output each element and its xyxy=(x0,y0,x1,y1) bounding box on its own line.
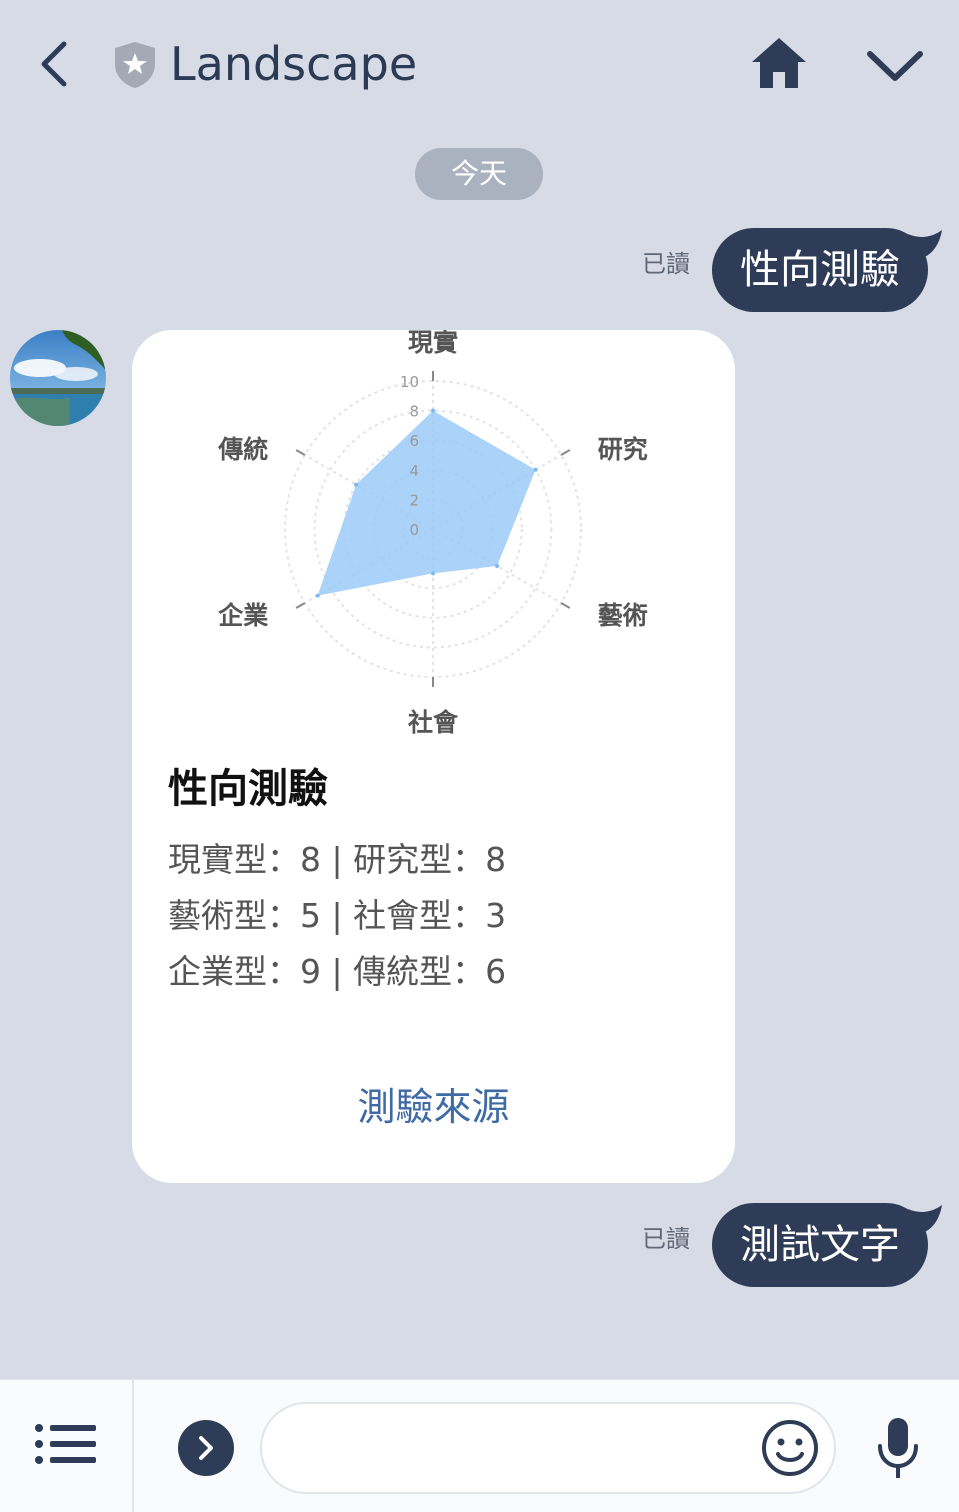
radar-tick-label: 8 xyxy=(409,403,419,421)
bubble-tail xyxy=(908,230,942,258)
back-arrow-icon xyxy=(41,41,67,87)
shield-star-icon xyxy=(115,42,155,88)
test-source-link[interactable]: 測驗來源 xyxy=(132,1082,735,1132)
radar-axis-tick xyxy=(560,602,571,609)
radar-data-area xyxy=(317,410,536,596)
collapse-button[interactable] xyxy=(862,40,928,90)
card-result-line: 藝術型：5 | 社會型：3 xyxy=(168,896,507,935)
radar-category-label: 研究 xyxy=(598,435,648,464)
radar-data-point xyxy=(533,467,538,472)
radar-axis-tick xyxy=(295,449,306,456)
input-bar xyxy=(0,1379,959,1512)
radar-category-label: 傳統 xyxy=(217,435,268,464)
message-bubble[interactable]: 測試文字 xyxy=(712,1203,928,1287)
flex-message-card: 0 2 4 6 8 10 現實研究藝術社會 企業 傳統 性向測驗 現實型：8 | 研究型：8 藝… xyxy=(132,330,735,1183)
radar-axis-tick xyxy=(560,449,571,456)
card-result-line: 現實型：8 | 研究型：8 xyxy=(168,840,507,879)
read-receipt: 已讀 xyxy=(642,1225,690,1253)
voice-button[interactable] xyxy=(872,1414,924,1484)
avatar[interactable] xyxy=(10,330,106,426)
date-divider: 今天 xyxy=(415,148,543,200)
radar-chart: 0 2 4 6 8 10 現實研究藝術社會 企業 傳統 xyxy=(217,330,648,737)
radar-data-point xyxy=(431,571,435,576)
radar-tick-label: 10 xyxy=(400,373,419,391)
divider xyxy=(132,1380,134,1512)
message-bubble[interactable]: 性向測驗 xyxy=(712,228,928,312)
chat-header: Landscape xyxy=(0,0,959,130)
radar-tick-label: 2 xyxy=(409,491,419,509)
chevron-down-icon xyxy=(867,51,923,81)
radar-category-label: 社會 xyxy=(408,708,459,737)
menu-button[interactable] xyxy=(30,1420,102,1476)
landscape-avatar-image xyxy=(10,330,106,426)
radar-category-label: 現實 xyxy=(408,330,458,357)
chevron-right-icon xyxy=(199,1436,213,1460)
home-button[interactable] xyxy=(748,34,810,92)
home-icon xyxy=(752,38,806,88)
radar-data-point xyxy=(431,408,435,413)
read-receipt: 已讀 xyxy=(642,250,690,278)
radar-tick-label: 4 xyxy=(409,462,419,480)
microphone-icon xyxy=(878,1418,918,1478)
radar-tick-label: 0 xyxy=(409,521,419,539)
radar-tick-label: 6 xyxy=(409,432,419,450)
card-title: 性向測驗 xyxy=(168,766,328,812)
radar-data-point xyxy=(315,593,320,598)
message-input[interactable] xyxy=(260,1402,836,1494)
radar-category-label: 藝術 xyxy=(598,601,648,630)
menu-list-icon xyxy=(35,1424,96,1464)
expand-button[interactable] xyxy=(178,1420,234,1476)
chat-title: Landscape xyxy=(170,37,418,91)
back-button[interactable] xyxy=(30,36,78,92)
card-result-line: 企業型：9 | 傳統型：6 xyxy=(168,952,507,991)
emoji-icon xyxy=(762,1420,818,1476)
emoji-button[interactable] xyxy=(760,1418,820,1478)
bubble-tail xyxy=(908,1205,942,1233)
radar-data-point xyxy=(495,564,500,568)
radar-axis-tick xyxy=(295,602,306,609)
radar-data-point xyxy=(354,482,359,487)
radar-category-label: 企業 xyxy=(218,601,268,630)
